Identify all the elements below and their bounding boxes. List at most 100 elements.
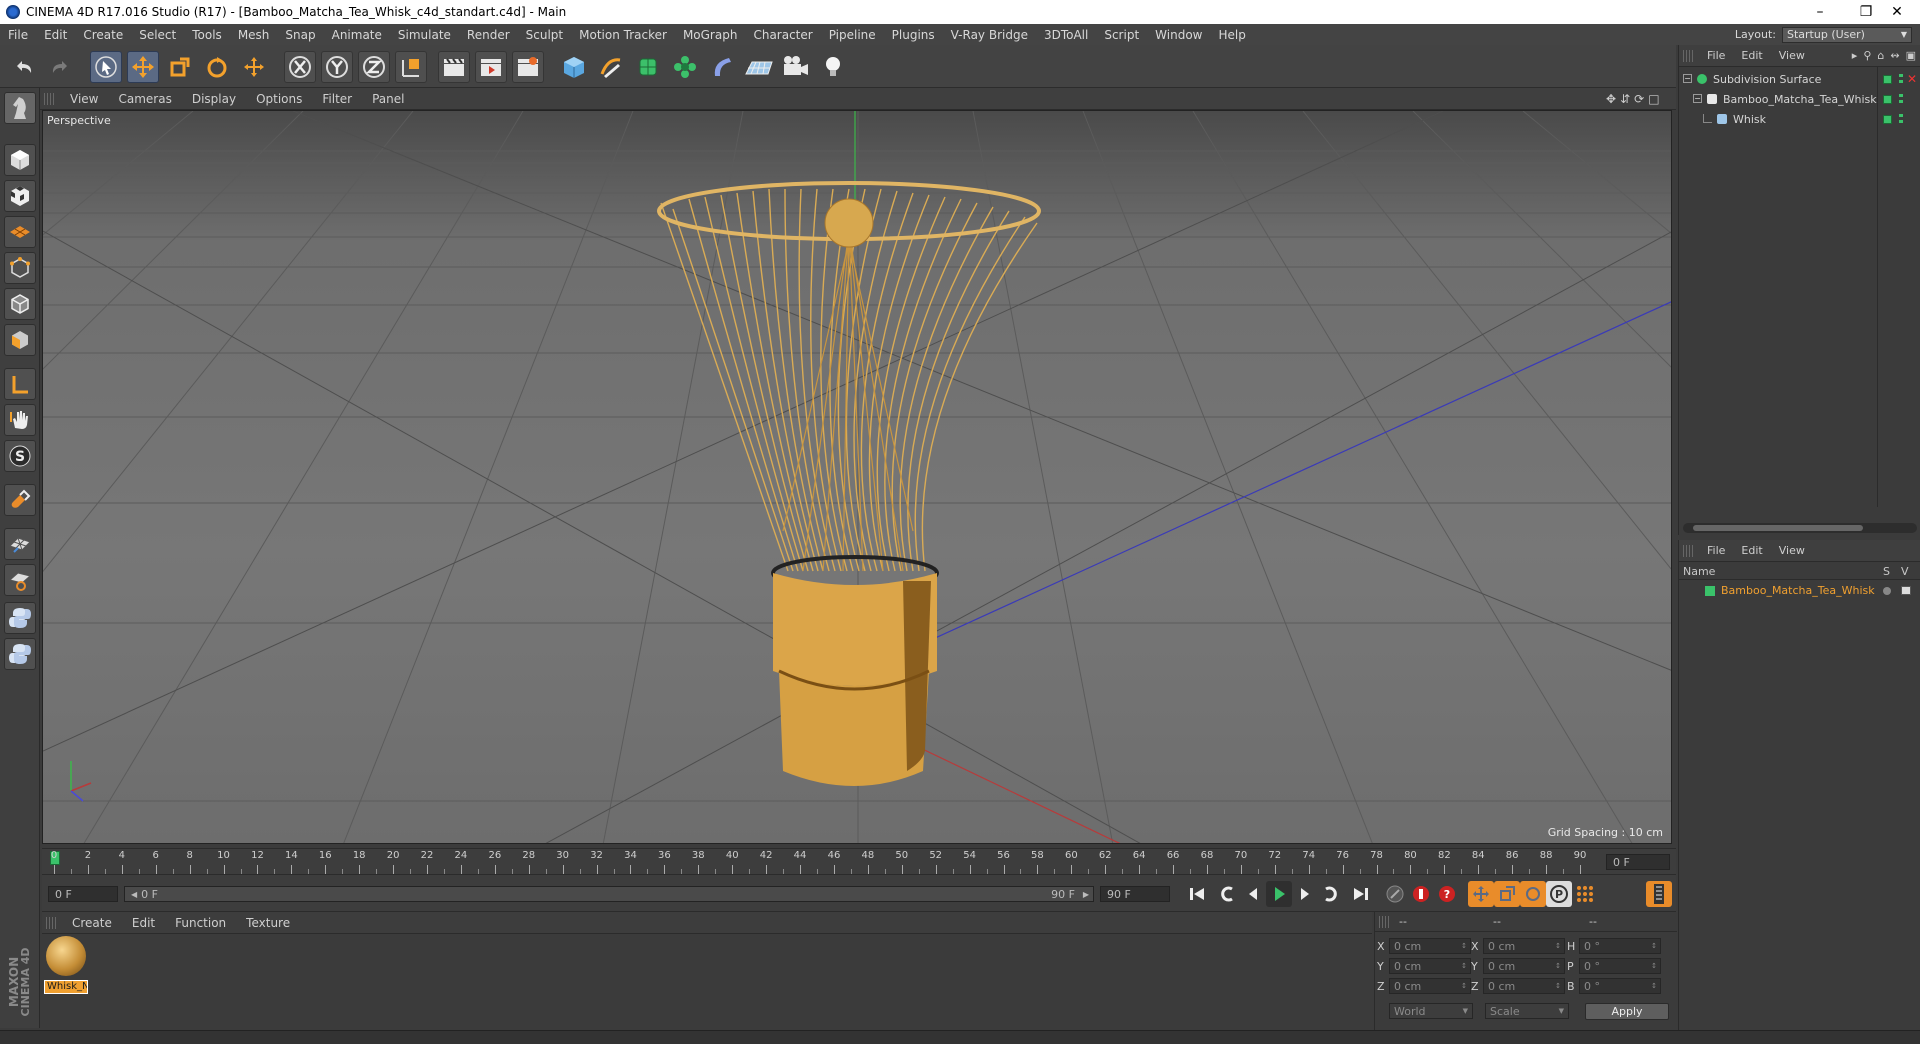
spline-pen-button[interactable] xyxy=(595,51,627,83)
coord-value-field[interactable]: 0 ° ↕ xyxy=(1579,978,1661,994)
close-icon[interactable]: ✕ xyxy=(1874,0,1920,24)
snapping-button[interactable]: S xyxy=(4,440,36,472)
menu-script[interactable]: Script xyxy=(1096,28,1147,42)
python-script-button[interactable] xyxy=(4,602,36,634)
expand-toggle-icon[interactable]: − xyxy=(1693,94,1702,103)
stepper-icon[interactable]: ↕ xyxy=(1651,942,1657,950)
go-to-start-button[interactable] xyxy=(1184,881,1210,907)
cloner-button[interactable] xyxy=(669,51,701,83)
stepper-icon[interactable]: ↕ xyxy=(1555,982,1561,990)
size-mode-select[interactable]: Scale ▼ xyxy=(1485,1003,1569,1019)
stepper-icon[interactable]: ↕ xyxy=(1555,942,1561,950)
layout-select[interactable]: Startup (User) ▼ xyxy=(1782,26,1912,43)
pan-icon[interactable]: ✥ xyxy=(1606,92,1616,106)
apply-button[interactable]: Apply xyxy=(1585,1003,1669,1020)
editor-visibility-icon[interactable] xyxy=(1883,75,1892,84)
coord-value-field[interactable]: 0 cm ↕ xyxy=(1389,938,1471,954)
workplane-mode-button[interactable] xyxy=(4,216,36,248)
object-menu-view[interactable]: View xyxy=(1771,49,1813,62)
menu-pipeline[interactable]: Pipeline xyxy=(821,28,884,42)
viewport-menu-view[interactable]: View xyxy=(60,92,108,106)
menu-character[interactable]: Character xyxy=(745,28,820,42)
perspective-viewport[interactable]: Perspective Grid Spacing : 10 cm xyxy=(42,110,1672,844)
z-axis-lock-button[interactable] xyxy=(358,51,390,83)
python-script-2-button[interactable] xyxy=(4,638,36,670)
viewport-menu-filter[interactable]: Filter xyxy=(312,92,362,106)
model-mode-button[interactable] xyxy=(4,144,36,176)
keyframe-selection-button[interactable]: ? xyxy=(1434,881,1460,907)
expand-toggle-icon[interactable]: − xyxy=(1683,74,1692,83)
material-swatch[interactable]: Whisk_N xyxy=(44,936,88,994)
timeline-ruler[interactable]: 0 2 4 6 8 10 12 14 16 18 20 22 24 26 28 30 32 34 36 38 40 42 4… xyxy=(42,848,1676,874)
viewport-menu-cameras[interactable]: Cameras xyxy=(108,92,181,106)
menu-sculpt[interactable]: Sculpt xyxy=(518,28,571,42)
texture-mode-button[interactable] xyxy=(4,180,36,212)
undo-button[interactable] xyxy=(8,51,40,83)
expand-toggle-icon[interactable] xyxy=(1703,114,1712,123)
timeline-layout-button[interactable] xyxy=(1646,881,1672,907)
solo-icon[interactable] xyxy=(1883,587,1891,595)
stepper-icon[interactable]: ↕ xyxy=(1461,982,1467,990)
coord-value-field[interactable]: 0 ° ↕ xyxy=(1579,938,1661,954)
rotation-track-button[interactable] xyxy=(1520,881,1546,907)
menu-mesh[interactable]: Mesh xyxy=(230,28,278,42)
stepper-icon[interactable]: ↕ xyxy=(1461,962,1467,970)
record-keys-button[interactable] xyxy=(1382,881,1408,907)
attribute-menu-file[interactable]: File xyxy=(1699,544,1733,557)
menu-render[interactable]: Render xyxy=(459,28,518,42)
menu-mograph[interactable]: MoGraph xyxy=(675,28,746,42)
attribute-menu-view[interactable]: View xyxy=(1771,544,1813,557)
render-visibility-icon[interactable] xyxy=(1899,74,1903,86)
object-row[interactable]: − Subdivision Surface ✕ xyxy=(1679,71,1920,90)
start-frame-field[interactable]: 0 F xyxy=(48,886,118,902)
rotate-tool-button[interactable] xyxy=(201,51,233,83)
next-frame-button[interactable] xyxy=(1292,881,1318,907)
deformer-button[interactable] xyxy=(706,51,738,83)
workplane-button[interactable] xyxy=(4,528,36,560)
transform-tool-button[interactable] xyxy=(238,51,270,83)
autokey-button[interactable] xyxy=(1408,881,1434,907)
previous-frame-button[interactable] xyxy=(1240,881,1266,907)
floor-button[interactable] xyxy=(743,51,775,83)
menu-v-ray-bridge[interactable]: V-Ray Bridge xyxy=(943,28,1036,42)
render-to-picture-viewer-button[interactable] xyxy=(475,51,507,83)
scale-track-button[interactable] xyxy=(1494,881,1520,907)
live-selection-button[interactable] xyxy=(90,51,122,83)
scrollbar-thumb[interactable] xyxy=(1693,525,1863,531)
coord-value-field[interactable]: 0 ° ↕ xyxy=(1579,958,1661,974)
stepper-icon[interactable]: ↕ xyxy=(1461,942,1467,950)
camera-button[interactable] xyxy=(780,51,812,83)
editor-visibility-icon[interactable] xyxy=(1883,95,1892,104)
menu-edit[interactable]: Edit xyxy=(36,28,75,42)
disable-icon[interactable]: ✕ xyxy=(1907,72,1917,86)
menu-window[interactable]: Window xyxy=(1147,28,1210,42)
viewport-menu-panel[interactable]: Panel xyxy=(362,92,414,106)
horizontal-scrollbar[interactable] xyxy=(1683,523,1917,533)
object-row[interactable]: Whisk xyxy=(1679,111,1920,130)
menu-create[interactable]: Create xyxy=(75,28,131,42)
object-menu-file[interactable]: File xyxy=(1699,49,1733,62)
stepper-icon[interactable]: ↕ xyxy=(1651,962,1657,970)
dolly-icon[interactable]: ⇵ xyxy=(1620,92,1630,106)
coordinate-mode-select[interactable]: World ▼ xyxy=(1389,1003,1473,1019)
menu-animate[interactable]: Animate xyxy=(324,28,390,42)
new-view-icon[interactable]: ▣ xyxy=(1906,49,1916,62)
scale-tool-button[interactable] xyxy=(164,51,196,83)
editor-visibility-icon[interactable] xyxy=(1883,115,1892,124)
point-level-animation-button[interactable] xyxy=(1572,881,1598,907)
tweak-mode-button[interactable] xyxy=(4,404,36,436)
make-editable-button[interactable] xyxy=(4,92,36,124)
end-frame-field[interactable]: 90 F xyxy=(1100,886,1170,902)
edges-mode-button[interactable] xyxy=(4,288,36,320)
coord-value-field[interactable]: 0 cm ↕ xyxy=(1483,978,1565,994)
menu-3dtoall[interactable]: 3DToAll xyxy=(1036,28,1096,42)
viewport-menu-options[interactable]: Options xyxy=(246,92,312,106)
material-menu-create[interactable]: Create xyxy=(62,916,122,930)
coord-value-field[interactable]: 0 cm ↕ xyxy=(1483,938,1565,954)
x-axis-lock-button[interactable] xyxy=(284,51,316,83)
play-button[interactable] xyxy=(1266,881,1292,907)
minimize-icon[interactable]: – xyxy=(1797,0,1843,24)
planar-workplane-button[interactable] xyxy=(4,564,36,596)
magnet-button[interactable] xyxy=(4,484,36,516)
menu-select[interactable]: Select xyxy=(131,28,184,42)
